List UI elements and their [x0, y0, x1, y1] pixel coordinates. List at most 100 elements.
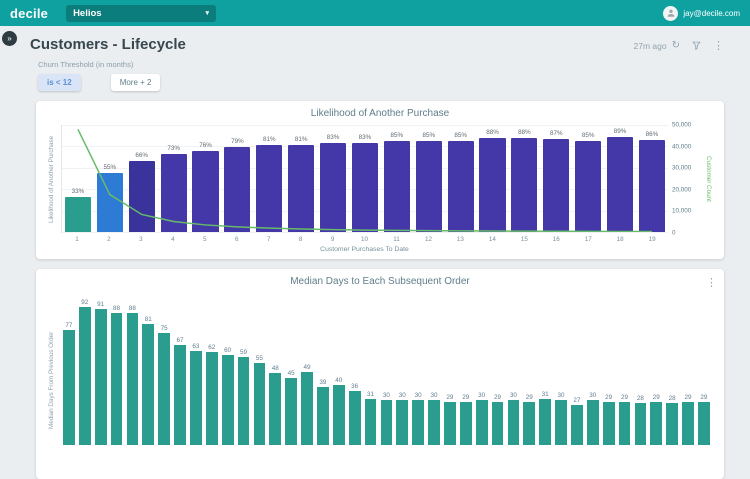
median-days-bar[interactable]: [460, 402, 472, 446]
likelihood-bar[interactable]: [97, 173, 123, 232]
median-days-bar[interactable]: [698, 402, 710, 446]
filter-chip-churn-threshold[interactable]: is < 12: [38, 74, 81, 91]
likelihood-bar[interactable]: [384, 141, 410, 232]
bar-column: 40: [331, 295, 347, 445]
median-days-bar[interactable]: [381, 400, 393, 445]
filter-icon[interactable]: [692, 41, 701, 50]
header-actions: 27m ago ↻ ⋮: [634, 39, 724, 52]
median-days-bar[interactable]: [174, 345, 186, 446]
median-days-bar[interactable]: [63, 330, 75, 446]
median-days-bar[interactable]: [635, 403, 647, 445]
median-days-bar[interactable]: [254, 363, 266, 446]
x-tick-label: 3: [125, 233, 157, 244]
likelihood-bar[interactable]: [479, 138, 505, 232]
likelihood-bar[interactable]: [575, 141, 601, 232]
refresh-icon[interactable]: ↻: [672, 40, 680, 51]
y-axis-label-left: Median Days From Previous Order: [48, 295, 61, 445]
bar-column: 77: [61, 295, 77, 445]
bar-column: 62: [204, 295, 220, 445]
likelihood-bar[interactable]: [639, 140, 665, 232]
sidebar-expand-button[interactable]: »: [2, 31, 17, 46]
median-days-bar[interactable]: [666, 403, 678, 445]
likelihood-bar[interactable]: [607, 137, 633, 232]
bar-column: 83%: [349, 125, 381, 232]
bar-column: 29: [442, 295, 458, 445]
bar-column: 85%: [572, 125, 604, 232]
bar-column: 30: [410, 295, 426, 445]
bar-column: 88: [109, 295, 125, 445]
y-axis-label-right: Customer Count: [701, 125, 712, 233]
bar-column: 87%: [540, 125, 572, 232]
bar-column: 59: [236, 295, 252, 445]
bar-column: 75: [156, 295, 172, 445]
workspace-selector[interactable]: Helios ▾: [66, 5, 216, 22]
median-days-bar[interactable]: [587, 400, 599, 445]
avatar[interactable]: [663, 6, 678, 21]
median-days-bar[interactable]: [222, 355, 234, 445]
median-days-bar[interactable]: [682, 402, 694, 446]
bar-column: 55%: [94, 125, 126, 232]
filter-chip-more[interactable]: More + 2: [111, 74, 161, 91]
x-tick-label: 6: [221, 233, 253, 244]
kebab-menu-icon[interactable]: ⋮: [706, 276, 717, 289]
likelihood-bar[interactable]: [161, 154, 187, 232]
median-days-bar[interactable]: [619, 402, 631, 446]
bar-value-label: 86%: [631, 131, 673, 138]
median-days-bar[interactable]: [428, 400, 440, 445]
median-days-bar[interactable]: [142, 324, 154, 446]
median-days-bar[interactable]: [444, 402, 456, 446]
median-days-bar[interactable]: [95, 309, 107, 446]
likelihood-bar[interactable]: [192, 151, 218, 232]
bar-column: 63: [188, 295, 204, 445]
kebab-menu-icon[interactable]: ⋮: [713, 39, 724, 52]
likelihood-xticks: 12345678910111213141516171819: [61, 233, 668, 244]
right-axis-tick-label: 20,000: [672, 186, 691, 193]
filter-bar: Churn Threshold (in months) is < 12 More…: [0, 53, 750, 91]
bar-column: 85%: [413, 125, 445, 232]
likelihood-bar[interactable]: [511, 138, 537, 232]
median-days-bar[interactable]: [508, 400, 520, 445]
median-days-bar[interactable]: [317, 387, 329, 446]
likelihood-bar[interactable]: [256, 145, 282, 232]
median-days-bar[interactable]: [238, 357, 250, 446]
x-tick-label: 2: [93, 233, 125, 244]
median-days-bar[interactable]: [523, 402, 535, 446]
median-days-bar[interactable]: [79, 307, 91, 445]
bar-column: 60: [220, 295, 236, 445]
x-tick-label: 9: [317, 233, 349, 244]
likelihood-bar[interactable]: [224, 147, 250, 232]
median-days-bar[interactable]: [269, 373, 281, 445]
median-days-bar[interactable]: [412, 400, 424, 445]
gridline: [62, 232, 668, 233]
median-days-bar[interactable]: [158, 333, 170, 446]
median-days-bar[interactable]: [476, 400, 488, 445]
likelihood-bar[interactable]: [543, 139, 569, 232]
x-tick-label: 18: [604, 233, 636, 244]
bar-value-label: 55%: [89, 164, 131, 171]
median-days-bar[interactable]: [396, 400, 408, 445]
likelihood-bar[interactable]: [416, 141, 442, 232]
median-days-bar[interactable]: [333, 385, 345, 445]
x-tick-label: 4: [157, 233, 189, 244]
median-days-bar[interactable]: [492, 402, 504, 446]
x-tick-label: 13: [444, 233, 476, 244]
likelihood-bar[interactable]: [352, 143, 378, 232]
median-days-bar[interactable]: [206, 352, 218, 445]
median-days-bar[interactable]: [650, 402, 662, 446]
likelihood-bar[interactable]: [448, 141, 474, 232]
likelihood-bar[interactable]: [129, 161, 155, 232]
median-days-bar[interactable]: [349, 391, 361, 445]
likelihood-bar[interactable]: [320, 143, 346, 232]
median-days-bar[interactable]: [603, 402, 615, 446]
median-days-bar[interactable]: [555, 400, 567, 445]
likelihood-bar[interactable]: [288, 145, 314, 232]
likelihood-right-axis: 50,00040,00030,00020,00010,0000: [668, 125, 701, 233]
bar-column: 30: [585, 295, 601, 445]
bar-column: 30: [553, 295, 569, 445]
likelihood-bar[interactable]: [65, 197, 91, 232]
median-days-bar[interactable]: [127, 313, 139, 445]
median-days-bar[interactable]: [285, 378, 297, 446]
median-days-bar[interactable]: [190, 351, 202, 446]
median-days-bar[interactable]: [111, 313, 123, 445]
median-days-bar[interactable]: [571, 405, 583, 446]
